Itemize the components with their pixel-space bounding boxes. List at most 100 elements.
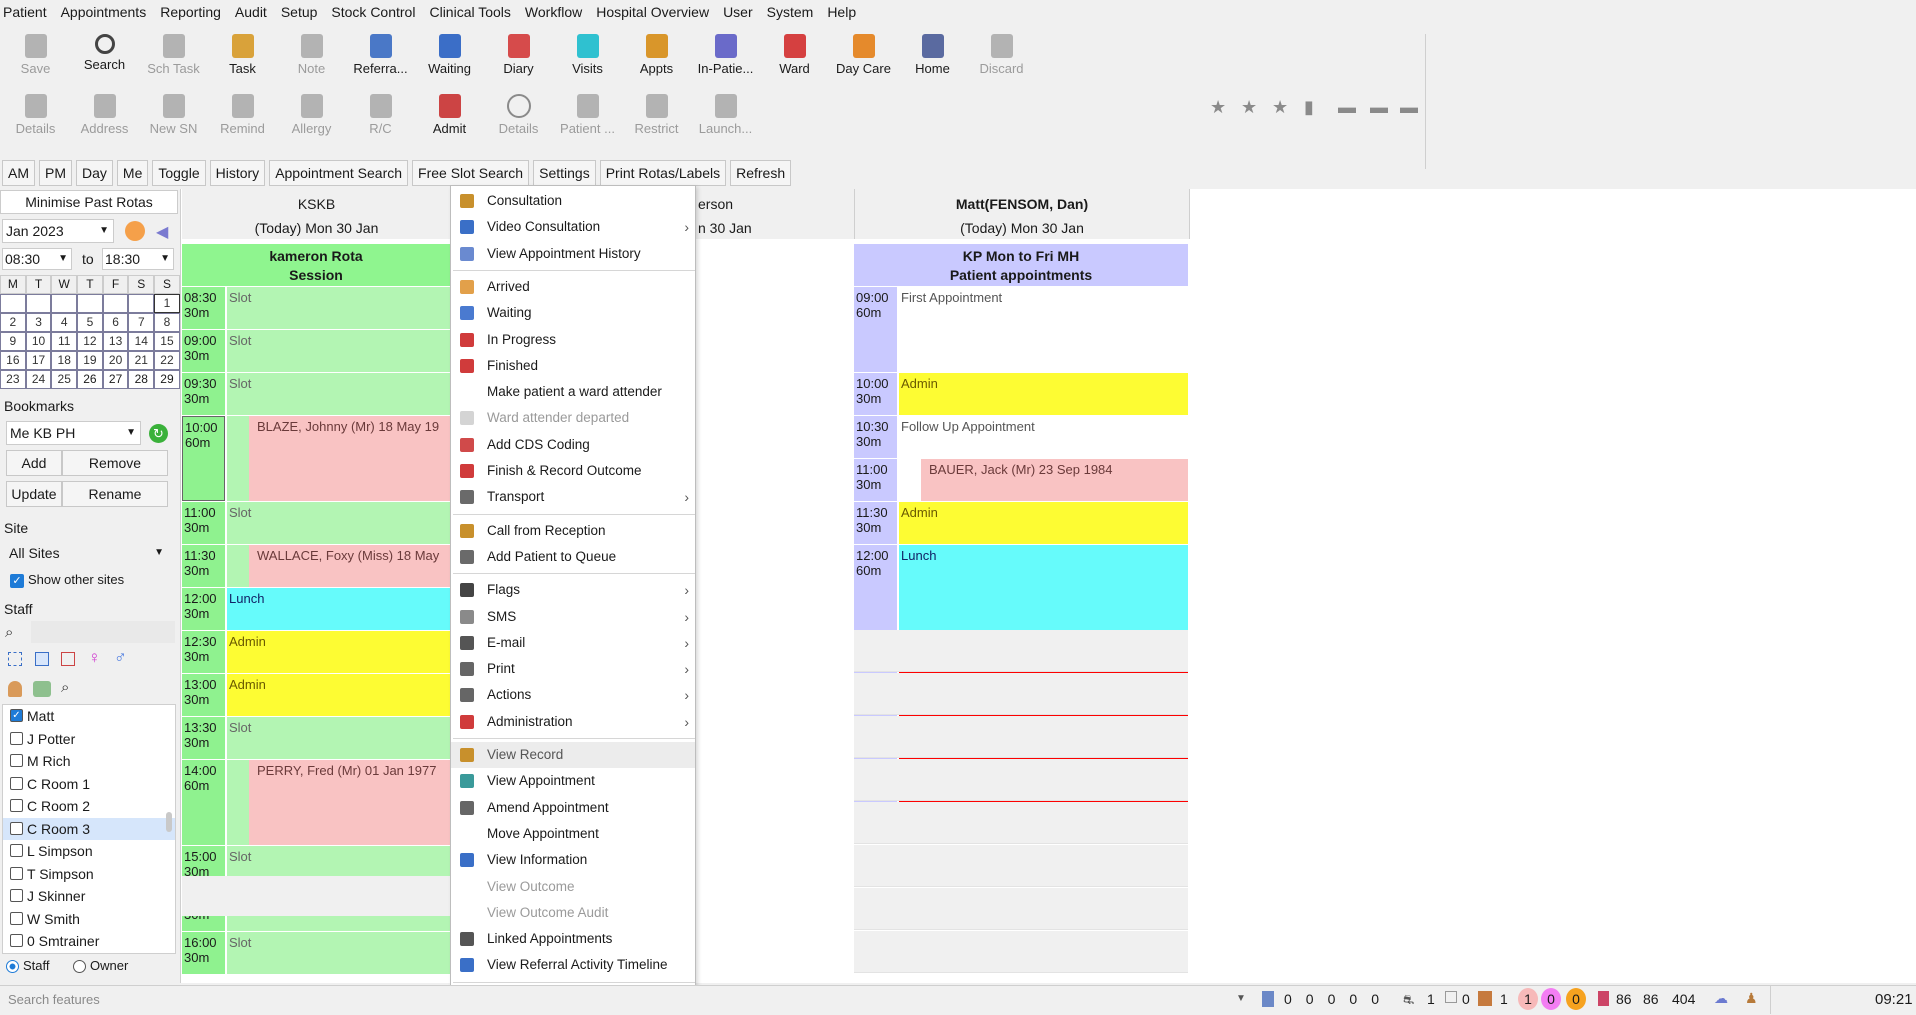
view-button-appointment-search[interactable]: Appointment Search bbox=[269, 160, 409, 186]
menu-appointments[interactable]: Appointments bbox=[61, 4, 147, 20]
select-all-icon[interactable] bbox=[8, 652, 22, 666]
calendar-day[interactable]: 11 bbox=[51, 332, 78, 351]
calendar-day[interactable]: 22 bbox=[154, 351, 180, 370]
home-toolbar-button[interactable]: Home bbox=[898, 32, 967, 76]
calendar-day[interactable] bbox=[128, 294, 155, 313]
menu-audit[interactable]: Audit bbox=[235, 4, 267, 20]
calendar-day[interactable]: 21 bbox=[128, 351, 155, 370]
menu-stock-control[interactable]: Stock Control bbox=[331, 4, 415, 20]
slot-cell[interactable]: Admin bbox=[899, 373, 1188, 415]
context-menu-item[interactable]: Consultation bbox=[451, 188, 695, 214]
context-menu-item[interactable]: Move Appointment bbox=[451, 821, 695, 847]
context-menu-item[interactable]: Call from Reception bbox=[451, 518, 695, 544]
male-icon[interactable]: ♂ bbox=[114, 648, 127, 668]
calendar-day[interactable]: 10 bbox=[25, 332, 52, 351]
print-icon[interactable]: ▬ bbox=[1338, 97, 1356, 118]
slot-cell[interactable]: Admin bbox=[227, 674, 450, 716]
staff-radio[interactable] bbox=[6, 960, 19, 973]
calendar-day[interactable]: 17 bbox=[25, 351, 52, 370]
staff-checkbox[interactable] bbox=[10, 866, 23, 880]
calendar-day[interactable]: 18 bbox=[51, 351, 78, 370]
view-button-pm[interactable]: PM bbox=[39, 160, 72, 186]
patient-phone-toolbar-button[interactable]: Patient ... bbox=[553, 92, 622, 136]
show-other-sites-checkbox[interactable]: ✓ bbox=[10, 574, 24, 588]
slot-time[interactable]: 10:00 30m bbox=[854, 373, 897, 415]
context-menu-item[interactable]: Transport › bbox=[451, 484, 695, 510]
menu-clinical-tools[interactable]: Clinical Tools bbox=[429, 4, 510, 20]
discard-toolbar-button[interactable]: Discard bbox=[967, 32, 1036, 76]
slot-cell[interactable]: Lunch bbox=[899, 545, 1188, 630]
context-menu-item[interactable]: View Outcome Audit bbox=[451, 900, 695, 926]
context-menu-item[interactable]: In Progress bbox=[451, 327, 695, 353]
rc-toolbar-button[interactable]: R/C bbox=[346, 92, 415, 136]
context-menu-item[interactable]: View Information bbox=[451, 847, 695, 873]
context-menu-item[interactable]: E-mail › bbox=[451, 630, 695, 656]
slot-cell[interactable]: Slot bbox=[227, 330, 450, 372]
calendar-day[interactable]: 1 bbox=[154, 294, 180, 313]
menu-hospital-overview[interactable]: Hospital Overview bbox=[596, 4, 709, 20]
slot-time[interactable]: 11:30 30m bbox=[854, 502, 897, 544]
empty-row[interactable] bbox=[854, 630, 1188, 672]
bookmark-select[interactable]: Me KB PH ▼ bbox=[6, 421, 141, 445]
print-icon[interactable]: ▬ bbox=[1400, 97, 1418, 118]
search-toolbar-button[interactable]: Search bbox=[70, 32, 139, 72]
arrow-left-icon[interactable]: ◀ bbox=[156, 222, 168, 242]
context-menu-item[interactable]: View Referral Activity Timeline bbox=[451, 952, 695, 978]
slot-cell[interactable]: Slot bbox=[227, 287, 450, 329]
status-badge[interactable]: 0 bbox=[1566, 988, 1586, 1010]
slot-time[interactable]: 11:30 30m bbox=[182, 545, 225, 587]
staff-list-item[interactable]: L Simpson bbox=[3, 840, 175, 863]
calendar-day[interactable]: 16 bbox=[0, 351, 26, 370]
context-menu-item[interactable]: View Appointment bbox=[451, 768, 695, 794]
calendar-day[interactable]: 28 bbox=[128, 370, 155, 389]
search-icon[interactable]: ⌕ bbox=[61, 679, 69, 696]
scheduled-task-toolbar-button[interactable]: Sch Task bbox=[139, 32, 208, 76]
context-menu-item[interactable]: Finished bbox=[451, 353, 695, 379]
diary-toolbar-button[interactable]: Diary bbox=[484, 32, 553, 76]
slot-time[interactable]: 13:30 30m bbox=[182, 717, 225, 759]
appointment-block[interactable]: WALLACE, Foxy (Miss) 18 May bbox=[249, 545, 450, 587]
calendar-day[interactable]: 29 bbox=[154, 370, 180, 389]
appointment-block[interactable]: BAUER, Jack (Mr) 23 Sep 1984 bbox=[921, 459, 1188, 501]
calendar-day[interactable] bbox=[77, 294, 103, 313]
bookmark-remove-button[interactable]: Remove bbox=[62, 450, 168, 476]
context-menu-item[interactable]: View Appointment History bbox=[451, 241, 695, 267]
empty-row[interactable] bbox=[854, 802, 1188, 844]
empty-row[interactable] bbox=[854, 716, 1188, 758]
staff-list-item[interactable]: C Room 2 bbox=[3, 795, 175, 818]
slot-time[interactable]: 08:30 30m bbox=[182, 287, 225, 329]
calendar-day[interactable] bbox=[102, 294, 129, 313]
calendar-day[interactable]: 2 bbox=[0, 313, 26, 332]
month-select[interactable]: Jan 2023 ▼ bbox=[2, 219, 114, 243]
slot-cell[interactable]: Follow Up Appointment bbox=[899, 416, 1188, 458]
calendar-day[interactable]: 20 bbox=[102, 351, 129, 370]
search-features-input[interactable]: Search features bbox=[8, 992, 100, 1007]
staff-list-scrollbar[interactable] bbox=[166, 812, 172, 832]
today-icon[interactable] bbox=[125, 221, 145, 241]
staff-list-item[interactable]: 0 Smtrainer bbox=[3, 930, 175, 953]
menu-help[interactable]: Help bbox=[827, 4, 856, 20]
staff-list-item[interactable]: J Potter bbox=[3, 728, 175, 751]
calendar-day[interactable]: 3 bbox=[25, 313, 52, 332]
empty-row[interactable] bbox=[854, 845, 1188, 887]
female-icon[interactable]: ♀ bbox=[88, 648, 101, 668]
menu-setup[interactable]: Setup bbox=[281, 4, 318, 20]
context-menu-item[interactable]: Video Consultation › bbox=[451, 214, 695, 240]
view-button-me[interactable]: Me bbox=[116, 160, 149, 186]
slot-cell[interactable]: First Appointment bbox=[899, 287, 1188, 372]
staff-list-item[interactable]: W Smith bbox=[3, 908, 175, 931]
context-menu-item[interactable]: Waiting bbox=[451, 300, 695, 326]
context-menu-item[interactable]: Make patient a ward attender bbox=[451, 379, 695, 405]
view-button-history[interactable]: History bbox=[209, 160, 266, 186]
appointment-block[interactable]: PERRY, Fred (Mr) 01 Jan 1977 bbox=[249, 760, 450, 845]
slot-time[interactable]: 10:30 30m bbox=[854, 416, 897, 458]
search-icon[interactable]: ⌕ bbox=[5, 624, 13, 641]
save-toolbar-button[interactable]: Save bbox=[1, 32, 70, 76]
admit-toolbar-button[interactable]: Admit bbox=[415, 92, 484, 136]
slot-time[interactable]: 11:00 30m bbox=[182, 502, 225, 544]
chevron-down-icon[interactable]: ▼ bbox=[1236, 993, 1246, 1004]
referral-toolbar-button[interactable]: Referra... bbox=[346, 32, 415, 76]
slot-time[interactable]: 11:00 30m bbox=[854, 459, 897, 501]
slot-time[interactable]: 12:00 30m bbox=[182, 588, 225, 630]
calendar-day[interactable]: 25 bbox=[51, 370, 78, 389]
